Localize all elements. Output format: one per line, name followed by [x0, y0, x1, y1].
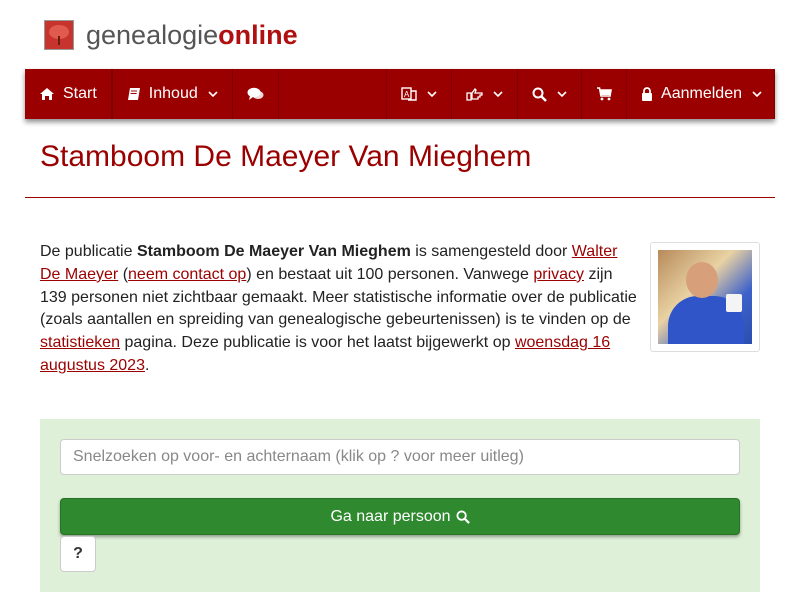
intro-text-6: pagina. Deze publicatie is voor het laat…: [120, 334, 515, 352]
shopping-cart-icon: [597, 87, 612, 101]
nav-start[interactable]: Start: [25, 69, 112, 119]
statistics-link[interactable]: statistieken: [40, 334, 120, 351]
svg-text:A: A: [404, 90, 410, 99]
nav-chat[interactable]: [233, 69, 279, 119]
nav-cart[interactable]: [582, 69, 628, 119]
page-title: Stamboom De Maeyer Van Mieghem: [40, 140, 532, 173]
author-photo[interactable]: [650, 242, 760, 352]
quick-search-input[interactable]: [60, 439, 740, 475]
intro-text-3: (: [118, 265, 129, 283]
main-navbar: Start Inhoud A Aanmelden: [25, 69, 775, 119]
help-button[interactable]: ?: [60, 536, 96, 572]
nav-aanmelden-label: Aanmelden: [661, 85, 742, 102]
go-to-person-button[interactable]: Ga naar persoon: [60, 498, 740, 535]
search-icon: [455, 509, 470, 524]
intro-text-2: is samengesteld door: [410, 243, 572, 260]
brand-part1: genealogie: [86, 19, 219, 50]
nav-inhoud-label: Inhoud: [148, 85, 198, 102]
nav-share[interactable]: [452, 69, 519, 119]
photo-head-shape: [686, 262, 718, 298]
nav-search[interactable]: [518, 69, 583, 119]
nav-inhoud[interactable]: Inhoud: [111, 69, 233, 119]
nav-start-label: Start: [63, 85, 97, 102]
intro-text-7: .: [144, 356, 150, 374]
chevron-down-icon: [557, 91, 567, 97]
tree-icon: [44, 20, 74, 50]
home-icon: [40, 88, 54, 100]
chevron-down-icon: [752, 91, 762, 97]
brand-name: genealogieonline: [86, 20, 298, 51]
nav-aanmelden[interactable]: Aanmelden: [627, 69, 775, 119]
comments-icon: [247, 87, 264, 100]
site-logo[interactable]: genealogieonline: [44, 18, 298, 52]
intro-text-4: ) en bestaat uit 100 personen. Vanwege: [246, 265, 534, 283]
author-photo-image: [658, 250, 752, 344]
publication-intro: De publicatie Stamboom De Maeyer Van Mie…: [40, 241, 640, 378]
privacy-link[interactable]: privacy: [533, 266, 584, 283]
translate-icon: A: [401, 87, 417, 101]
lock-icon: [642, 87, 653, 101]
brand-part2: online: [218, 19, 298, 50]
chevron-down-icon: [493, 91, 503, 97]
publication-name: Stamboom De Maeyer Van Mieghem: [136, 243, 411, 260]
contact-link[interactable]: neem contact op: [128, 266, 246, 283]
pointing-hand-icon: [466, 88, 483, 101]
chevron-down-icon: [427, 91, 437, 97]
go-to-person-label: Ga naar persoon: [330, 507, 451, 525]
quick-search-panel: Ga naar persoon ?: [40, 419, 760, 592]
book-icon: [127, 88, 140, 100]
photo-cup-shape: [726, 294, 742, 312]
nav-language[interactable]: A: [386, 69, 453, 119]
intro-text-1: De publicatie: [40, 243, 137, 260]
title-divider: [25, 197, 775, 198]
search-icon: [532, 87, 547, 102]
chevron-down-icon: [208, 91, 218, 97]
